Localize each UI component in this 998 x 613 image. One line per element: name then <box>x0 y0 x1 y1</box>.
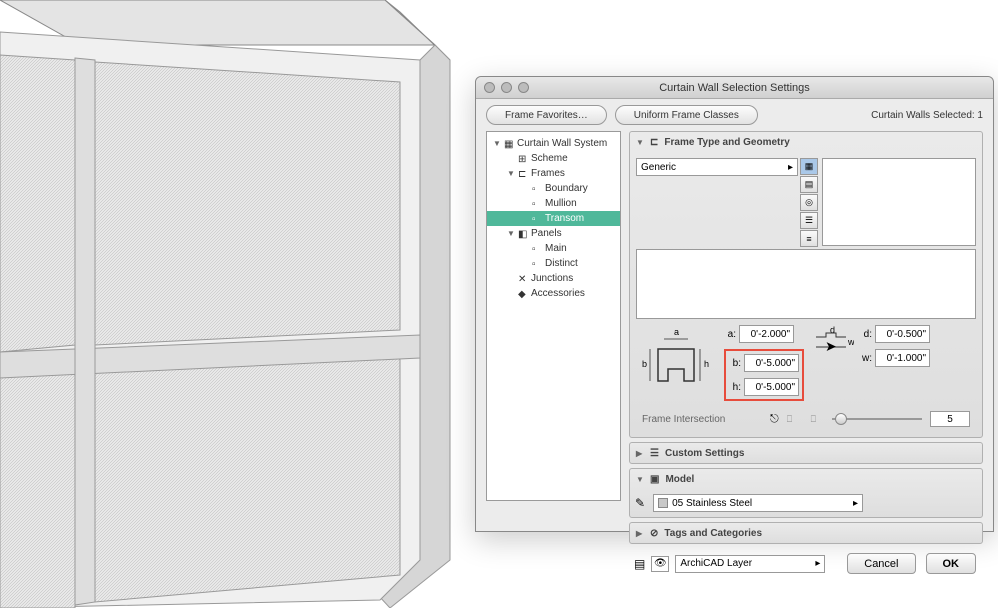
custom-icon: ☰ <box>650 448 659 459</box>
layer-visibility-toggle[interactable]: 👁 <box>651 556 669 572</box>
titlebar[interactable]: Curtain Wall Selection Settings <box>476 77 993 99</box>
tree-boundary[interactable]: ▫Boundary <box>487 181 620 196</box>
tree-distinct[interactable]: ▫Distinct <box>487 256 620 271</box>
dialog-title: Curtain Wall Selection Settings <box>476 82 993 94</box>
dim-input-w[interactable] <box>875 349 930 367</box>
section-header-tags[interactable]: ▶⊘Tags and Categories <box>630 523 982 543</box>
section-tags: ▶⊘Tags and Categories <box>629 522 983 544</box>
tree-root[interactable]: ▼▦Curtain Wall System <box>487 136 620 151</box>
accessories-icon: ◆ <box>518 289 528 299</box>
mullion-icon: ▫ <box>532 199 542 209</box>
tree-scheme[interactable]: ⊞Scheme <box>487 151 620 166</box>
intersection-value[interactable] <box>930 411 970 427</box>
dim-input-a[interactable] <box>739 325 794 343</box>
tree-mullion[interactable]: ▫Mullion <box>487 196 620 211</box>
preview-mode-btn-5[interactable]: ≡ <box>800 230 818 247</box>
svg-text:w: w <box>847 337 854 347</box>
junctions-icon: ✕ <box>518 274 528 284</box>
diag-label-a: a <box>674 327 679 337</box>
dim-label-d: d: <box>860 329 872 340</box>
tree-junctions[interactable]: ✕Junctions <box>487 271 620 286</box>
scheme-icon: ⊞ <box>518 154 528 164</box>
frame-favorites-button[interactable]: Frame Favorites… <box>486 105 607 125</box>
distinct-icon: ▫ <box>532 259 542 269</box>
link-icon[interactable]: ⎋ <box>770 413 779 426</box>
model-viewport[interactable] <box>0 0 470 608</box>
frame-type-list[interactable] <box>636 249 976 319</box>
tree-main[interactable]: ▫Main <box>487 241 620 256</box>
frame-preview <box>822 158 976 246</box>
panels-icon: ◧ <box>518 229 528 239</box>
preview-mode-btn-4[interactable]: ☰ <box>800 212 818 229</box>
dropdown-icon: ▸ <box>788 162 793 173</box>
section-model: ▼▣Model ✎ 05 Stainless Steel▸ <box>629 468 983 518</box>
svg-text:b: b <box>642 359 647 369</box>
ok-button[interactable]: OK <box>926 553 977 574</box>
component-tree[interactable]: ▼▦Curtain Wall System ⊞Scheme ▼⊏Frames ▫… <box>486 131 621 501</box>
paint-icon[interactable]: ✎ <box>635 496 645 510</box>
intersection-slider[interactable] <box>832 412 922 426</box>
dim-label-h: h: <box>729 382 741 393</box>
preview-mode-btn-2[interactable]: ▤ <box>800 176 818 193</box>
preview-mode-btn-3[interactable]: ◎ <box>800 194 818 211</box>
dim-label-a: a: <box>724 329 736 340</box>
tree-panels[interactable]: ▼◧Panels <box>487 226 620 241</box>
tags-icon: ⊘ <box>650 528 658 539</box>
frame-type-select[interactable]: Generic▸ <box>636 158 798 176</box>
transom-icon: ▫ <box>532 214 542 224</box>
layer-select[interactable]: ArchiCAD Layer▸ <box>675 555 825 573</box>
dim-input-b[interactable] <box>744 354 799 372</box>
frames-icon: ⊏ <box>518 169 528 179</box>
frame-section-icon: ⊏ <box>650 137 658 148</box>
frame-intersection-label: Frame Intersection <box>642 414 762 425</box>
tree-frames[interactable]: ▼⊏Frames <box>487 166 620 181</box>
main-icon: ▫ <box>532 244 542 254</box>
dropdown-icon: ▸ <box>815 558 820 569</box>
settings-dialog: Curtain Wall Selection Settings Frame Fa… <box>475 76 994 532</box>
material-select[interactable]: 05 Stainless Steel▸ <box>653 494 863 512</box>
selection-count: Curtain Walls Selected: 1 <box>871 110 983 121</box>
dim-label-w: w: <box>860 353 872 364</box>
dim-label-b: b: <box>729 358 741 369</box>
section-header-type[interactable]: ▼⊏Frame Type and Geometry <box>630 132 982 152</box>
tree-accessories[interactable]: ◆Accessories <box>487 286 620 301</box>
section-header-model[interactable]: ▼▣Model <box>630 469 982 489</box>
dim-input-d[interactable] <box>875 325 930 343</box>
model-icon: ▣ <box>650 474 659 485</box>
layer-stack-icon[interactable]: ▤ <box>634 557 645 571</box>
profile-diagram-abh: a b h <box>638 325 718 395</box>
dropdown-icon: ▸ <box>853 498 858 509</box>
highlight-box: b: h: <box>724 349 804 401</box>
dim-input-h[interactable] <box>744 378 799 396</box>
uniform-frame-classes-button[interactable]: Uniform Frame Classes <box>615 105 758 125</box>
section-frame-type-geometry: ▼⊏Frame Type and Geometry Generic▸ ▦ ▤ ◎… <box>629 131 983 438</box>
slider-ticks: ⎕ ⎕ <box>787 414 824 425</box>
tree-transom[interactable]: ▫Transom <box>487 211 620 226</box>
section-header-custom[interactable]: ▶☰Custom Settings <box>630 443 982 463</box>
material-swatch <box>658 498 668 508</box>
boundary-icon: ▫ <box>532 184 542 194</box>
section-custom-settings: ▶☰Custom Settings <box>629 442 983 464</box>
grid-icon: ▦ <box>504 139 514 149</box>
cancel-button[interactable]: Cancel <box>847 553 915 574</box>
profile-diagram-dw: d w <box>810 325 854 355</box>
preview-mode-btn-1[interactable]: ▦ <box>800 158 818 175</box>
svg-text:h: h <box>704 359 709 369</box>
